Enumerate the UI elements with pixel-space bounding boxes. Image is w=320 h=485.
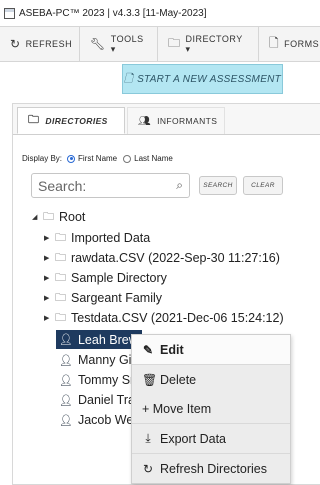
- tree-person[interactable]: 👤︎ Daniel Tra: [59, 391, 135, 409]
- context-delete-label: Delete: [160, 372, 197, 387]
- app-icon: [4, 7, 15, 19]
- document-icon: 🗋: [269, 35, 280, 50]
- tree-person[interactable]: 👤︎ Leah Brew: [56, 330, 142, 349]
- last-name-label: Last Name: [134, 154, 173, 163]
- context-edit[interactable]: ✎ Edit: [132, 335, 290, 364]
- folder-icon: 🗀: [168, 35, 181, 50]
- tab-informants[interactable]: 👥︎ INFORMANTS: [127, 107, 225, 134]
- tree-person-label: Daniel Tra: [77, 393, 135, 407]
- expand-arrow-icon[interactable]: ▶: [44, 314, 50, 322]
- tree-folder[interactable]: ▶ 🗀 rawdata.CSV (2022-Sep-30 11:27:16): [44, 249, 280, 267]
- last-name-radio[interactable]: [123, 154, 132, 163]
- export-icon: ⤓: [145, 431, 151, 445]
- tree-folder-label: Sargeant Family: [71, 291, 163, 305]
- folder-icon: 🗀: [55, 231, 66, 244]
- expand-arrow-icon[interactable]: ▶: [44, 294, 50, 302]
- display-by-label: Display By:: [22, 154, 63, 163]
- tree-folder[interactable]: ▶ 🗀 Imported Data: [44, 229, 150, 247]
- expand-arrow-icon[interactable]: ▶: [44, 274, 50, 282]
- tree-person[interactable]: 👤︎ Jacob Wes: [59, 411, 140, 429]
- folder-icon: 🗀: [55, 291, 66, 304]
- wrench-icon: 🔧︎: [90, 37, 106, 51]
- first-name-label: First Name: [78, 154, 118, 163]
- directory-button[interactable]: 🗀 DIRECTORY ▾: [158, 27, 259, 61]
- person-icon: 👤︎: [59, 414, 73, 427]
- tree-root-label: Root: [59, 210, 86, 224]
- forms-button[interactable]: 🗋 FORMS: [259, 27, 320, 61]
- person-icon: 👤︎: [59, 354, 73, 367]
- tree-folder[interactable]: ▶ 🗀 Sample Directory: [44, 269, 167, 287]
- tools-label: TOOLS ▾: [110, 33, 144, 54]
- pencil-icon: ✎: [142, 342, 154, 357]
- context-move-label: + Move Item: [142, 401, 212, 416]
- tree-folder[interactable]: ▶ 🗀 Sargeant Family: [44, 289, 162, 307]
- context-menu: ✎ Edit 🗑︎ Delete + Move Item ⤓ Export Da…: [131, 334, 291, 484]
- refresh-icon: ↻: [10, 37, 21, 51]
- tree-folder[interactable]: ▶ 🗀 Testdata.CSV (2021-Dec-06 15:24:12): [44, 309, 284, 327]
- directory-label: DIRECTORY ▾: [185, 33, 243, 54]
- refresh-label: REFRESH: [25, 39, 73, 49]
- tree-person[interactable]: 👤︎ Tommy Sm: [59, 371, 140, 389]
- search-button[interactable]: SEARCH: [199, 176, 237, 195]
- tree-folder-label: Sample Directory: [71, 271, 167, 285]
- folder-icon: 🗀: [55, 271, 66, 284]
- search-input[interactable]: [38, 177, 177, 194]
- person-icon: 👤︎: [59, 394, 73, 407]
- display-by-row: Display By: First Name Last Name: [22, 154, 173, 163]
- tab-directories-label: DIRECTORIES: [45, 115, 108, 126]
- people-icon: 👥︎: [138, 115, 152, 127]
- context-refresh-label: Refresh Directories: [160, 461, 267, 476]
- start-new-assessment-label: START A NEW ASSESSMENT: [137, 73, 282, 85]
- context-export-label: Export Data: [160, 431, 227, 446]
- person-icon: 👤︎: [59, 374, 73, 387]
- folder-icon: 🗀: [43, 210, 54, 223]
- tree-person[interactable]: 👤︎ Manny Gir: [59, 351, 136, 369]
- tree-folder-label: Imported Data: [71, 231, 151, 245]
- search-box: ⌕: [31, 173, 190, 198]
- search-icon[interactable]: ⌕: [176, 178, 183, 193]
- context-move-item[interactable]: + Move Item: [132, 394, 290, 423]
- folder-icon: 🗀: [55, 251, 66, 264]
- tree-person-label: Manny Gir: [77, 353, 136, 367]
- tree-folder-label: Testdata.CSV (2021-Dec-06 15:24:12): [71, 311, 284, 325]
- tab-informants-label: INFORMANTS: [157, 116, 218, 126]
- first-name-radio[interactable]: [67, 154, 76, 163]
- context-export-data[interactable]: ⤓ Export Data: [132, 424, 290, 453]
- collapse-arrow-icon[interactable]: ◢: [32, 213, 38, 221]
- tree-folder-label: rawdata.CSV (2022-Sep-30 11:27:16): [71, 251, 280, 265]
- tab-directories[interactable]: 🗀 DIRECTORIES: [17, 107, 125, 134]
- tree-root[interactable]: ◢ 🗀 Root: [32, 208, 85, 226]
- new-document-icon: 🗋: [123, 72, 134, 85]
- forms-label: FORMS: [284, 39, 320, 49]
- refresh-icon: ↻: [142, 461, 154, 476]
- folder-icon: 🗀: [55, 311, 66, 324]
- toolbar: ↻ REFRESH 🔧︎ TOOLS ▾ 🗀 DIRECTORY ▾ 🗋 FOR…: [0, 26, 320, 62]
- start-new-assessment-button[interactable]: 🗋 START A NEW ASSESSMENT: [122, 64, 283, 94]
- window-title: ASEBA-PC™ 2023 | v4.3.3 [11-May-2023]: [19, 7, 207, 19]
- trash-icon: 🗑︎: [142, 372, 158, 387]
- tools-button[interactable]: 🔧︎ TOOLS ▾: [80, 27, 158, 61]
- expand-arrow-icon[interactable]: ▶: [44, 234, 50, 242]
- context-refresh-directories[interactable]: ↻ Refresh Directories: [132, 454, 290, 483]
- tree-person-label: Leah Brew: [77, 332, 138, 347]
- person-icon: 👤︎: [59, 334, 73, 346]
- folder-icon: 🗀: [28, 114, 40, 126]
- expand-arrow-icon[interactable]: ▶: [44, 254, 50, 262]
- context-delete[interactable]: 🗑︎ Delete: [132, 365, 290, 394]
- context-edit-label: Edit: [160, 342, 184, 357]
- tab-bar: 🗀 DIRECTORIES 👥︎ INFORMANTS: [13, 104, 320, 135]
- title-bar: ASEBA-PC™ 2023 | v4.3.3 [11-May-2023]: [0, 0, 320, 26]
- refresh-button[interactable]: ↻ REFRESH: [0, 27, 80, 61]
- clear-button[interactable]: CLEAR: [243, 176, 283, 195]
